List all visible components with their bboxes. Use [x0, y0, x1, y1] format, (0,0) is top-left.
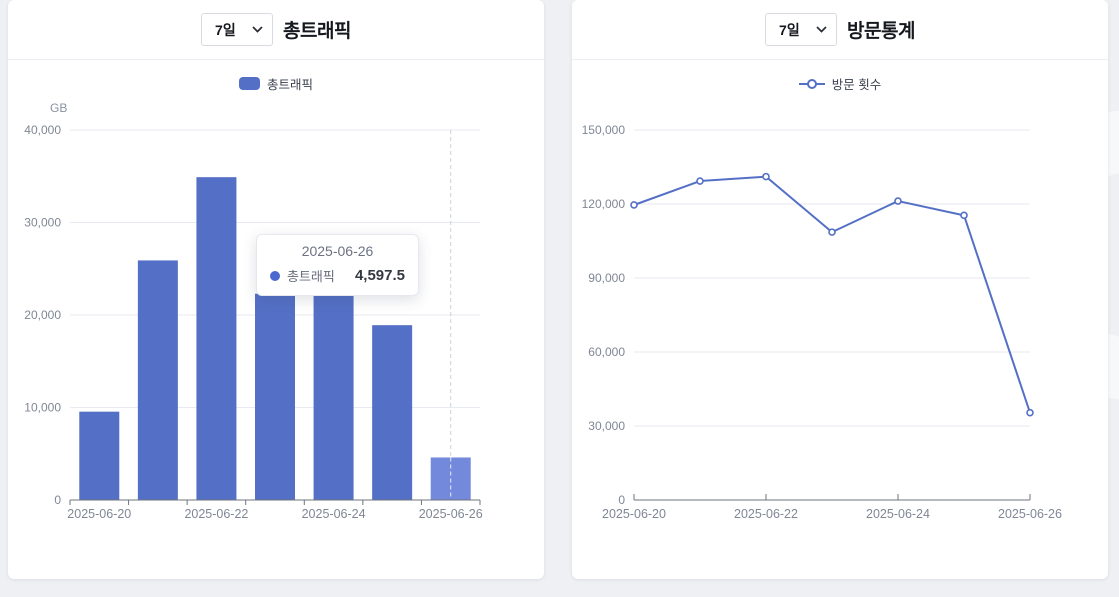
- y-axis-tick-label: 60,000: [588, 345, 625, 359]
- chevron-down-icon: [252, 26, 263, 33]
- visits-line-chart[interactable]: 0 30,000 60,000 90,000 120,000 150,000 2025-06…: [572, 60, 1108, 579]
- x-axis-tick-label: 2025-06-26: [998, 507, 1062, 521]
- traffic-panel: 7일 총트래픽 총트래픽 GB 010,00020,00030,00040,00…: [8, 0, 544, 579]
- tooltip-series-dot-icon: [270, 271, 280, 281]
- line-marker[interactable]: [763, 174, 769, 180]
- visits-panel: 7일 방문통계 방문 횟수 030,00060,00090,000120,000…: [572, 0, 1108, 579]
- bar[interactable]: [196, 177, 236, 500]
- y-axis-tick-label: 150,000: [582, 123, 626, 137]
- visits-period-select[interactable]: 7일: [765, 13, 837, 46]
- y-axis-tick-label: 0: [618, 493, 625, 507]
- traffic-panel-header: 7일 총트래픽: [8, 0, 544, 60]
- x-axis-tick-label: 2025-06-26: [419, 507, 483, 521]
- bar[interactable]: [79, 412, 119, 500]
- tooltip-series-label: 총트래픽: [287, 266, 335, 285]
- x-axis-tick-label: 2025-06-22: [734, 507, 798, 521]
- visits-panel-header: 7일 방문통계: [572, 0, 1108, 60]
- x-axis-tick-label: 2025-06-20: [67, 507, 131, 521]
- line-marker[interactable]: [697, 178, 703, 184]
- traffic-period-value: 7일: [215, 20, 236, 40]
- y-axis-tick-label: 40,000: [24, 123, 61, 137]
- bar[interactable]: [255, 294, 295, 500]
- tooltip-row: 총트래픽 4,597.5: [270, 266, 405, 285]
- y-axis-tick-label: 30,000: [24, 216, 61, 230]
- visits-period-value: 7일: [779, 20, 800, 40]
- y-axis-tick-label: 0: [54, 493, 61, 507]
- x-axis-tick-label: 2025-06-24: [302, 507, 366, 521]
- line-marker[interactable]: [631, 202, 637, 208]
- x-axis-tick-label: 2025-06-24: [866, 507, 930, 521]
- chart-tooltip: 2025-06-26 총트래픽 4,597.5: [256, 234, 419, 296]
- traffic-panel-title: 총트래픽: [283, 16, 351, 43]
- bar[interactable]: [314, 293, 354, 500]
- tooltip-date: 2025-06-26: [270, 243, 405, 259]
- bar[interactable]: [138, 260, 178, 500]
- y-axis-tick-label: 30,000: [588, 419, 625, 433]
- traffic-period-select[interactable]: 7일: [201, 13, 273, 46]
- line-marker[interactable]: [829, 229, 835, 235]
- line-series: [634, 177, 1030, 413]
- line-marker[interactable]: [1027, 410, 1033, 416]
- x-axis-tick-label: 2025-06-22: [184, 507, 248, 521]
- y-axis-tick-label: 10,000: [24, 401, 61, 415]
- line-marker[interactable]: [961, 212, 967, 218]
- tooltip-value: 4,597.5: [355, 267, 405, 284]
- bar[interactable]: [372, 325, 412, 500]
- chevron-down-icon: [816, 26, 827, 33]
- traffic-bar-chart[interactable]: 0 10,000 20,000 30,000 40,000 2025-06-20 2025-…: [8, 60, 544, 579]
- line-marker[interactable]: [895, 198, 901, 204]
- y-axis-tick-label: 120,000: [582, 197, 626, 211]
- x-axis-tick-label: 2025-06-20: [602, 507, 666, 521]
- y-axis-tick-label: 20,000: [24, 308, 61, 322]
- visits-panel-title: 방문통계: [847, 16, 915, 43]
- y-axis-tick-label: 90,000: [588, 271, 625, 285]
